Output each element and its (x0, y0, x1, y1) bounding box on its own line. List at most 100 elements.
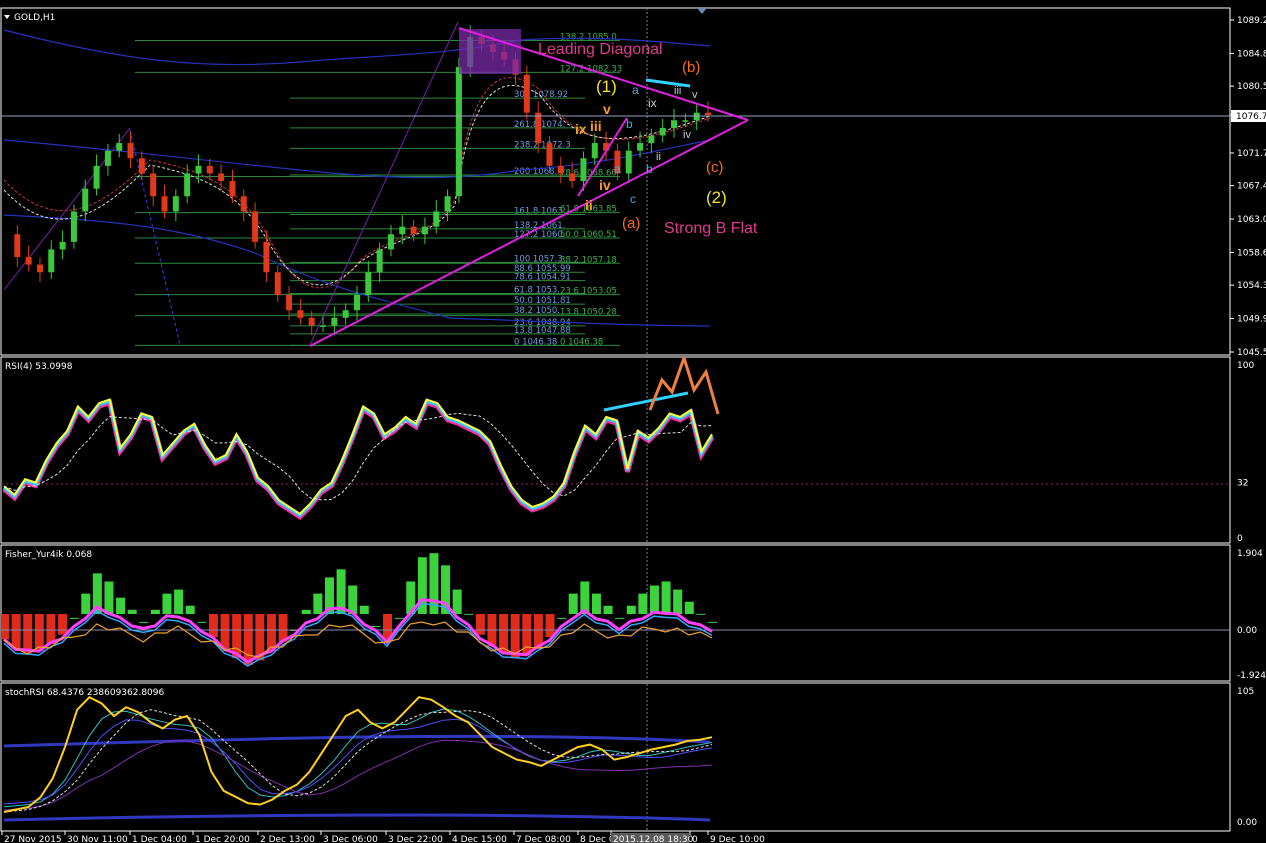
label-wave-1: (1) (596, 77, 617, 96)
candle-body (637, 143, 644, 151)
candle-body (70, 211, 77, 242)
candle-body (682, 120, 689, 122)
time-tick-label: 27 Nov 2015 (4, 835, 62, 843)
fisher-bar (708, 621, 717, 623)
fib-right-label: 38.2 1057.18 (560, 255, 617, 265)
fisher-bar (185, 605, 195, 614)
fisher-bar (11, 614, 21, 649)
fisher-bar (23, 614, 33, 654)
candle-body (535, 112, 542, 144)
candle-body (342, 310, 349, 318)
highlight-box (459, 29, 521, 74)
fib-left-label: 38.2 1050. (514, 306, 560, 316)
fib-left-label: 238.2 1072.3 (514, 140, 571, 150)
fisher-bar (150, 609, 160, 614)
candle-body (591, 143, 598, 159)
label-iii-white: iii (674, 85, 681, 97)
candle-body (557, 165, 564, 174)
rsi-axis: 100 32 0 (1237, 361, 1254, 544)
candle-body (274, 272, 281, 296)
price-tick-label: 1054.3 (1237, 281, 1266, 291)
label-small-a-low: a (614, 162, 621, 176)
price-pane-title: GOLD,H1 (14, 13, 55, 23)
time-tick-label: 9 Dec 10:00 (710, 835, 765, 843)
fisher-bar (545, 614, 555, 638)
fisher-bar (69, 617, 79, 619)
fisher-bar (174, 589, 184, 614)
label-wave-a: (a) (622, 215, 640, 232)
candle-body (625, 150, 632, 174)
label-w-iii: iii (590, 118, 602, 134)
fisher-bar (139, 621, 149, 623)
price-tick-label: 1063.0 (1237, 215, 1266, 225)
label-w-v: v (603, 101, 611, 117)
candle-body (580, 158, 587, 182)
fib-right-label: 50.0 1060.51 (560, 230, 617, 240)
label-small-c: c (630, 192, 636, 206)
fisher-bar (649, 585, 659, 614)
fisher-bar (220, 614, 230, 649)
price-tick-label: 1089.2 (1237, 16, 1266, 26)
candle-body (308, 317, 315, 326)
fisher-bar (603, 605, 613, 614)
time-tick-label: 30 Nov 11:00 (67, 835, 128, 843)
time-tick-label: 2 Dec 13:00 (260, 835, 315, 843)
candle-body (138, 158, 145, 174)
price-tick-label: 1071.7 (1237, 149, 1266, 159)
fisher-bar (638, 593, 648, 614)
candle-body (184, 173, 191, 197)
current-price-label: 1076.7 (1236, 112, 1266, 122)
label-w-iv: iv (599, 177, 611, 193)
stochrsi-pane (0, 682, 1231, 832)
label-leading-diagonal: Leading Diagonal (538, 41, 663, 58)
candle-body (104, 150, 111, 166)
label-small-b: b (626, 117, 633, 131)
fisher-bar (104, 581, 114, 614)
fib-left-label: 161.8 1063. (514, 206, 565, 216)
candle-body (263, 241, 270, 273)
fisher-bar (591, 593, 601, 614)
fisher-bar (46, 614, 56, 645)
fisher-bar (243, 614, 253, 666)
label-w-ii: ii (585, 197, 593, 213)
price-tick-label: 1084.8 (1237, 49, 1266, 59)
candle-body (218, 173, 225, 182)
label-small-b-low: b (646, 162, 653, 176)
fisher-bar (464, 613, 474, 615)
candle-body (410, 226, 417, 235)
rsi-tick-label: 100 (1237, 361, 1254, 371)
fisher-bar (673, 589, 683, 614)
price-tick-label: 1080.5 (1237, 82, 1266, 92)
candle-body (252, 211, 259, 242)
price-tick-label: 1058.6 (1237, 248, 1266, 258)
candle-body (705, 112, 711, 115)
fisher-pane-title: Fisher_Yur4ik 0.068 (5, 550, 92, 560)
fisher-bar (34, 614, 44, 652)
candle-body (82, 188, 89, 212)
time-tick-label: 1 Dec 04:00 (132, 835, 187, 843)
time-tick-label: 4 Dec 15:00 (452, 835, 507, 843)
fisher-bar (197, 621, 207, 623)
candle-body (455, 67, 462, 197)
fisher-bar (522, 614, 532, 656)
candle-body (433, 211, 440, 227)
label-w-ix: ix (575, 121, 587, 137)
candle-body (421, 226, 428, 235)
time-tick-label: 3 Dec 22:00 (388, 835, 443, 843)
candle-body (48, 249, 55, 273)
candle-body (25, 257, 32, 265)
candle-body (387, 234, 394, 250)
candle-body (376, 249, 383, 273)
candle-body (354, 295, 360, 311)
label-ix-white: ix (648, 96, 657, 110)
fisher-bar (1, 614, 9, 640)
rsi-pane-title: RSI(4) 53.0998 (5, 362, 73, 372)
candle-body (14, 234, 21, 258)
candle-body (671, 120, 678, 128)
candle-body (320, 325, 327, 327)
label-v-white: v (692, 89, 698, 101)
candle-body (206, 165, 213, 174)
fisher-bar (266, 614, 276, 652)
fisher-bar (615, 617, 625, 619)
time-tick-label: 3 Dec 06:00 (323, 835, 378, 843)
